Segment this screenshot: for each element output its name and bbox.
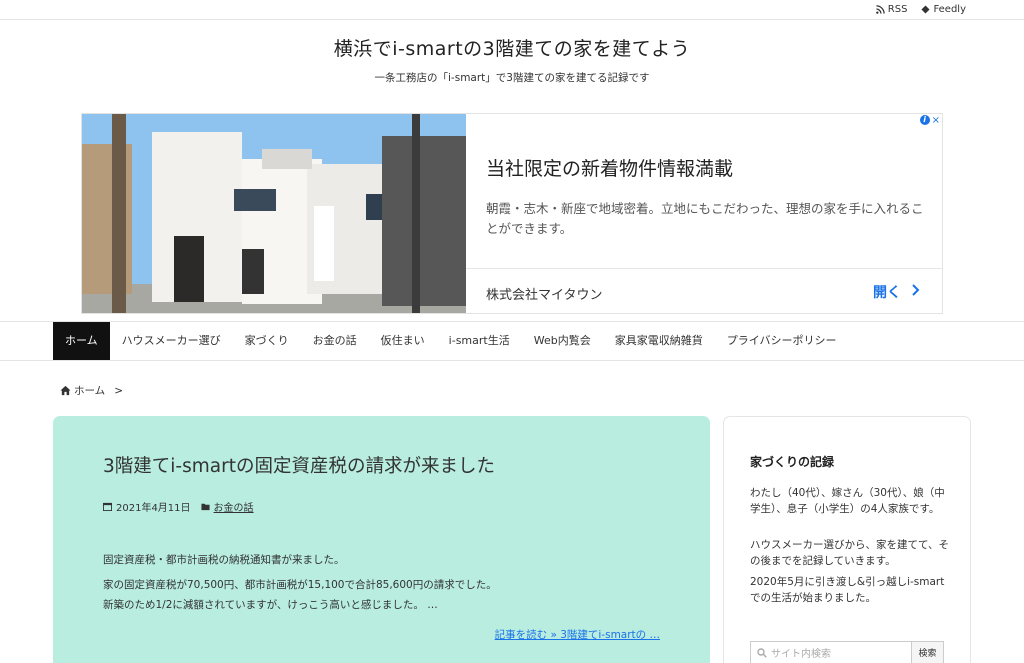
ad-open-button[interactable]: 開く — [873, 282, 920, 302]
feedly-link[interactable]: Feedly — [921, 4, 966, 15]
ad-headline[interactable]: 当社限定の新着物件情報満載 — [486, 154, 733, 181]
rss-link[interactable]: RSS — [875, 4, 908, 15]
ad-house-image[interactable] — [82, 114, 466, 313]
nav-item-furniture[interactable]: 家具家電収納雑貨 — [603, 322, 715, 360]
nav-item-house-building[interactable]: 家づくり — [233, 322, 301, 360]
article-meta: 2021年4月11日 お金の話 — [103, 499, 254, 514]
ad-choices[interactable]: i × — [919, 115, 940, 126]
ad-banner[interactable]: 当社限定の新着物件情報満載 朝霞・志木・新座で地域密着。立地にもこだわった、理想… — [81, 113, 943, 314]
nav-item-web-tour[interactable]: Web内覧会 — [522, 322, 603, 360]
site-search: サイト内検索 検索 — [750, 641, 944, 663]
site-title[interactable]: 横浜でi-smartの3階建ての家を建てよう — [0, 34, 1024, 61]
article-title[interactable]: 3階建てi-smartの固定資産税の請求が来ました — [103, 452, 495, 478]
nav-list: ホーム ハウスメーカー選び 家づくり お金の話 仮住まい i-smart生活 W… — [53, 322, 849, 360]
home-icon — [60, 385, 71, 396]
read-more-link[interactable]: 記事を読む » 3階建てi-smartの … — [495, 627, 660, 642]
chevron-right-icon — [911, 284, 920, 300]
search-icon — [757, 647, 767, 658]
nav-item-privacy[interactable]: プライバシーポリシー — [715, 322, 849, 360]
ad-open-label: 開く — [873, 285, 901, 301]
feedly-icon — [921, 5, 930, 14]
article-excerpt-3: 新築のため1/2に減額されていますが、けっこう高いと感じました。 … — [103, 599, 438, 611]
close-icon[interactable]: × — [932, 115, 940, 126]
calendar-icon — [103, 502, 112, 511]
article-category-link[interactable]: お金の話 — [214, 499, 254, 514]
breadcrumb-separator: > — [114, 384, 123, 397]
search-button[interactable]: 検索 — [911, 642, 943, 663]
search-placeholder: サイト内検索 — [771, 649, 831, 660]
folder-icon — [200, 503, 210, 511]
info-icon[interactable]: i — [919, 115, 930, 125]
sidebar-profile-text-3: 2020年5月に引き渡し&引っ越しi-smartでの生活が始まりました。 — [750, 576, 945, 605]
nav-item-home[interactable]: ホーム — [53, 322, 110, 360]
house-photo — [82, 114, 466, 313]
article-card: 3階建てi-smartの固定資産税の請求が来ました 2021年4月11日 お金の… — [53, 416, 710, 663]
feedly-label: Feedly — [933, 4, 966, 15]
sidebar-title: 家づくりの記録 — [750, 455, 835, 469]
article-date: 2021年4月11日 — [116, 503, 191, 514]
top-bar: RSS Feedly — [0, 0, 1024, 20]
rss-icon — [875, 5, 885, 14]
rss-label: RSS — [887, 4, 908, 15]
nav-item-money[interactable]: お金の話 — [301, 322, 369, 360]
article-excerpt-2: 家の固定資産税が70,500円、都市計画税が15,100で合計85,600円の請… — [103, 579, 497, 591]
main-nav: ホーム ハウスメーカー選び 家づくり お金の話 仮住まい i-smart生活 W… — [0, 321, 1024, 361]
breadcrumb: ホーム > — [60, 383, 123, 398]
breadcrumb-home[interactable]: ホーム — [74, 383, 105, 398]
sidebar-profile-text-1: わたし（40代）、嫁さん（30代）、娘（中学生）、息子（小学生）の4人家族です。 — [750, 487, 945, 516]
article-excerpt-1: 固定資産税・都市計画税の納税通知書が来ました。 — [103, 554, 345, 566]
ad-description: 朝霞・志木・新座で地域密着。立地にもこだわった、理想の家を手に入れることができま… — [486, 201, 924, 236]
nav-item-ismart-life[interactable]: i-smart生活 — [437, 322, 522, 360]
ad-content: 当社限定の新着物件情報満載 朝霞・志木・新座で地域密着。立地にもこだわった、理想… — [466, 114, 942, 313]
nav-item-temporary-housing[interactable]: 仮住まい — [369, 322, 437, 360]
nav-item-house-maker[interactable]: ハウスメーカー選び — [110, 322, 233, 360]
ad-advertiser: 株式会社マイタウン — [486, 288, 603, 303]
sidebar-profile: 家づくりの記録 わたし（40代）、嫁さん（30代）、娘（中学生）、息子（小学生）… — [723, 416, 971, 663]
ad-divider — [466, 268, 942, 269]
site-header: 横浜でi-smartの3階建ての家を建てよう 一条工務店の「i-smart」で3… — [0, 20, 1024, 85]
site-description: 一条工務店の「i-smart」で3階建ての家を建てる記録です — [374, 72, 650, 84]
search-input[interactable]: サイト内検索 — [751, 642, 911, 663]
sidebar-profile-text-2: ハウスメーカー選びから、家を建てて、その後までを記録していきます。 — [750, 539, 949, 568]
